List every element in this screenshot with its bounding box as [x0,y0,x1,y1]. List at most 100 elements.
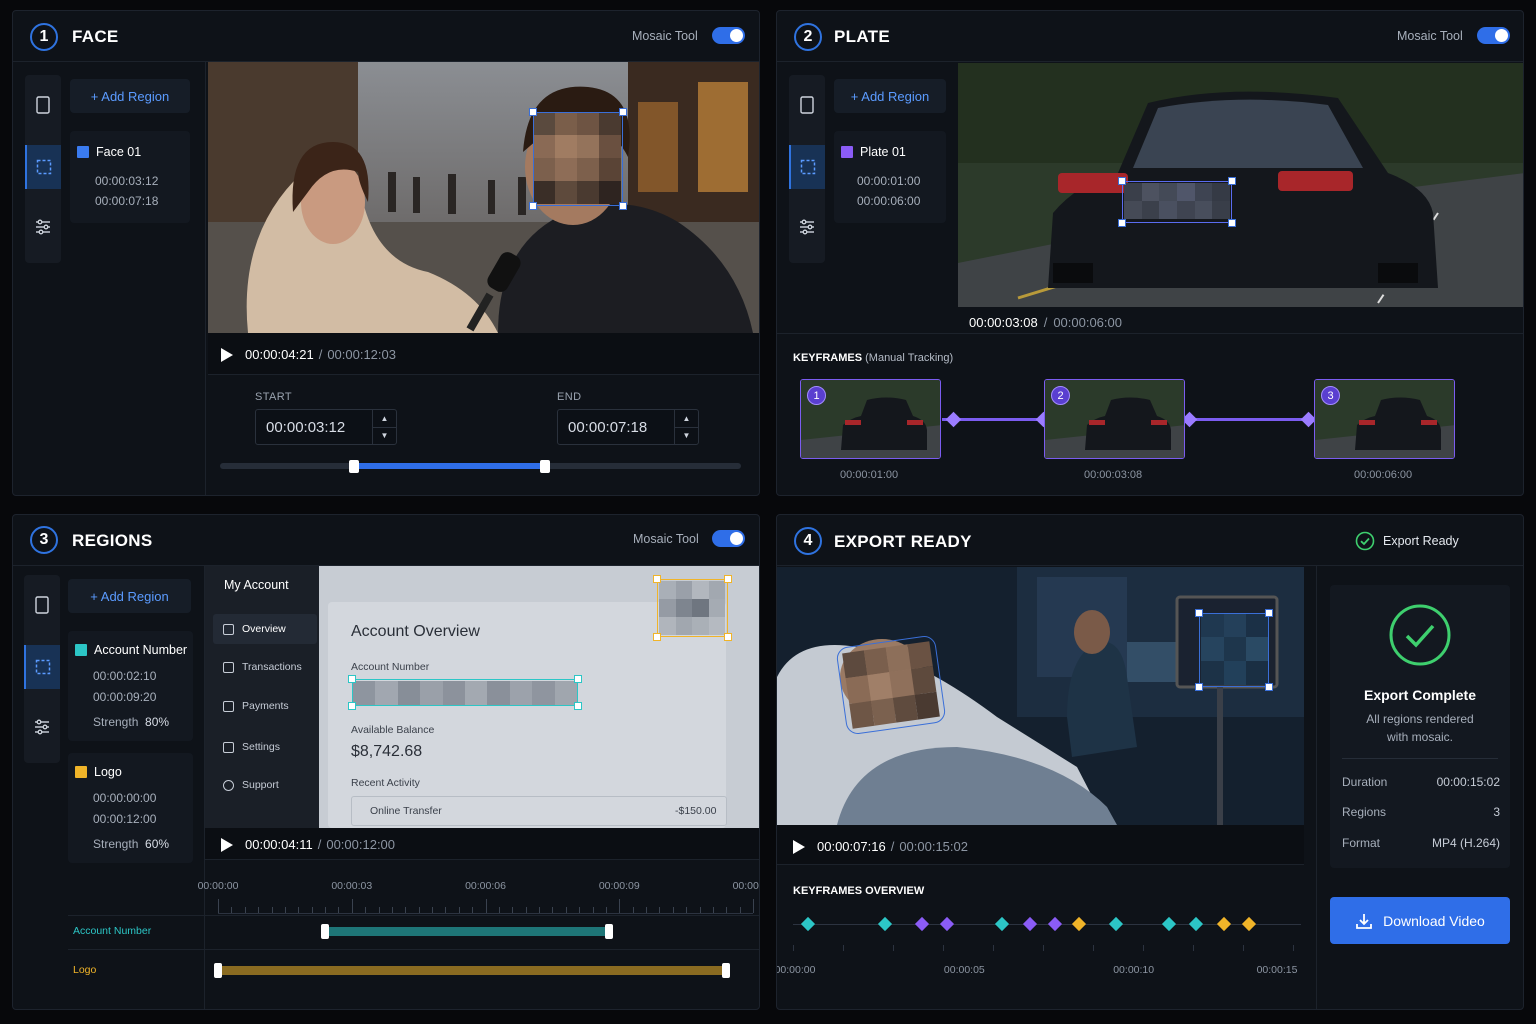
frame-tool-button[interactable] [25,83,61,127]
add-region-button[interactable]: + Add Region [834,79,946,113]
overview-keyframe-marker[interactable] [878,916,893,932]
overview-keyframe-marker[interactable] [1216,916,1232,932]
play-icon[interactable] [221,347,233,362]
select-region-tool-button[interactable] [25,145,61,189]
select-region-tool-button[interactable] [24,645,60,689]
plate-video-preview[interactable] [958,63,1523,307]
resize-handle[interactable] [724,575,732,583]
overview-keyframe-marker[interactable] [1161,916,1176,932]
chevron-up-icon[interactable]: ▲ [675,410,698,428]
download-video-button[interactable]: Download Video [1330,897,1510,944]
adjust-tool-button[interactable] [789,205,825,249]
plate-selection-box[interactable] [1122,181,1232,223]
resize-handle[interactable] [1265,683,1273,691]
resize-handle[interactable] [348,702,356,710]
overview-keyframe-marker[interactable] [1109,916,1124,932]
track-start-handle[interactable] [214,963,222,978]
app-nav-item-transactions[interactable]: Transactions [213,652,317,682]
resize-handle[interactable] [653,633,661,641]
region-card-face-01[interactable]: Face 01 00:00:03:12 00:00:07:18 [70,131,190,223]
overview-keyframe-marker[interactable] [915,916,930,932]
overview-keyframe-marker[interactable] [1022,916,1038,932]
frame-tool-button[interactable] [789,83,825,127]
logo-selection[interactable] [657,579,728,637]
app-nav-item-overview[interactable]: Overview [213,614,317,644]
overview-axis-label: 00:00:05 [943,964,985,976]
banking-app-video-preview[interactable]: My Account Overview Transactions Payments S… [205,566,759,828]
resize-handle[interactable] [574,702,582,710]
overview-keyframe-marker[interactable] [1189,916,1204,932]
resize-handle[interactable] [348,675,356,683]
app-nav-item-support[interactable]: Support [213,770,317,800]
track-end-handle[interactable] [604,924,613,939]
axis-ticks [793,945,1301,951]
start-time-input[interactable]: 00:00:03:12 ▲ ▼ [255,409,397,445]
keyframe-time: 00:00:06:00 [1354,469,1413,481]
add-region-button[interactable]: + Add Region [68,579,191,613]
monitor-selection[interactable] [1199,613,1269,687]
app-nav-item-payments[interactable]: Payments [213,691,317,721]
track-end-handle[interactable] [722,963,731,978]
mosaic-tool-toggle[interactable] [712,530,745,547]
chevron-up-icon[interactable]: ▲ [373,410,396,428]
resize-handle[interactable] [619,202,627,210]
resize-handle[interactable] [574,675,582,683]
end-time-stepper[interactable]: ▲ ▼ [674,410,698,444]
resize-handle[interactable] [653,575,661,583]
frame-tool-button[interactable] [24,583,60,627]
keyframe-thumbnail[interactable]: 1 [800,379,941,459]
track-start-handle[interactable] [321,924,329,939]
resize-handle[interactable] [1265,609,1273,617]
resize-handle[interactable] [619,108,627,116]
face-video-preview[interactable] [208,62,759,333]
overview-keyframe-marker[interactable] [801,916,816,932]
mosaic-tool-toggle[interactable] [1477,27,1510,44]
track-bar[interactable] [325,927,609,936]
keyframe-thumbnail[interactable]: 2 [1044,379,1185,459]
play-icon[interactable] [221,837,233,852]
track-bar[interactable] [218,966,727,975]
range-start-handle[interactable] [349,460,359,473]
keyframe-marker[interactable] [945,411,962,428]
overview-keyframe-marker[interactable] [1241,916,1256,932]
app-nav-item-settings[interactable]: Settings [213,732,317,762]
mosaic-tool-toggle[interactable] [712,27,745,44]
region-card-logo[interactable]: Logo 00:00:00:00 00:00:12:00 Strength 60… [68,753,193,863]
hospital-video-preview[interactable] [777,567,1304,825]
range-end-handle[interactable] [540,460,550,473]
overview-keyframe-marker[interactable] [1047,916,1062,932]
overview-keyframe-marker[interactable] [939,916,955,932]
account-number-selection[interactable] [352,679,578,706]
adjust-tool-button[interactable] [24,705,60,749]
play-icon[interactable] [793,839,805,854]
end-time-input[interactable]: 00:00:07:18 ▲ ▼ [557,409,699,445]
resize-handle[interactable] [1195,609,1203,617]
divider [777,565,1523,566]
region-card-plate-01[interactable]: Plate 01 00:00:01:00 00:00:06:00 [834,131,946,223]
panel-title: FACE [72,27,119,46]
resize-handle[interactable] [529,108,537,116]
resize-handle[interactable] [1195,683,1203,691]
resize-handle[interactable] [529,202,537,210]
resize-handle[interactable] [1228,219,1236,227]
overview-keyframe-marker[interactable] [995,916,1010,932]
plate-panel: 2 PLATE Mosaic Tool + Add Region Plate 0… [776,10,1524,496]
select-region-tool-button[interactable] [789,145,825,189]
resize-handle[interactable] [1118,177,1126,185]
overview-keyframe-marker[interactable] [1072,916,1087,932]
resize-handle[interactable] [1228,177,1236,185]
adjust-tool-button[interactable] [25,205,61,249]
region-name: Account Number [75,643,187,657]
add-region-button[interactable]: + Add Region [70,79,190,113]
face-selection-box[interactable] [533,112,623,206]
resize-handle[interactable] [724,633,732,641]
nav-icon [223,741,234,753]
keyframes-subtitle: (Manual Tracking) [865,352,954,364]
start-time-stepper[interactable]: ▲ ▼ [372,410,396,444]
tool-rail [24,575,60,763]
resize-handle[interactable] [1118,219,1126,227]
chevron-down-icon[interactable]: ▼ [373,428,396,445]
region-card-account-number[interactable]: Account Number 00:00:02:10 00:00:09:20 S… [68,631,193,741]
keyframe-thumbnail[interactable]: 3 [1314,379,1455,459]
chevron-down-icon[interactable]: ▼ [675,428,698,445]
